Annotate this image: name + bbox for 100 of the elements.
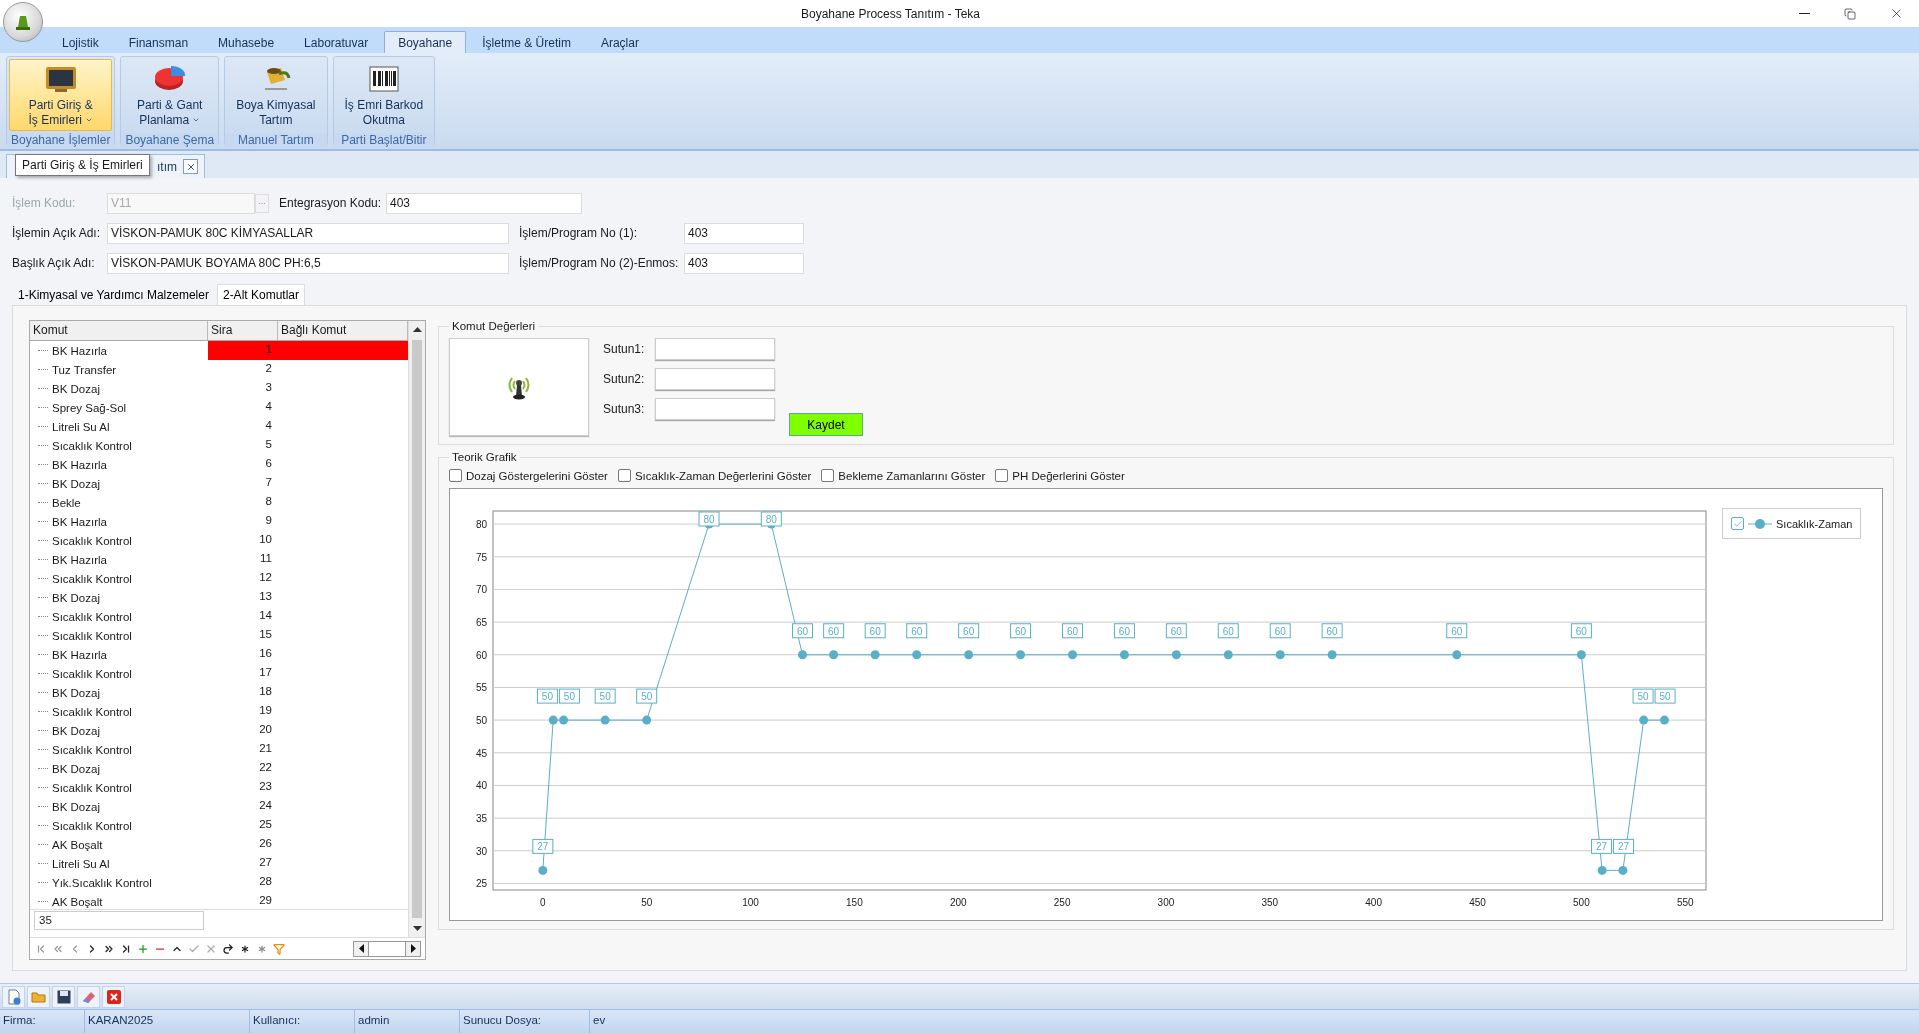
input-field[interactable]: 403 (386, 192, 582, 214)
status-label: Kullanıcı: (250, 1010, 355, 1033)
checkbox-label: Dozaj Göstergelerini Göster (466, 469, 608, 482)
tab-label: ıtım (157, 159, 177, 174)
data-label: 60 (1165, 623, 1187, 639)
y-tick-label: 25 (475, 878, 487, 890)
data-point (1016, 650, 1026, 660)
sub-tab[interactable]: 2-Alt Komutlar (216, 284, 305, 305)
close-icon[interactable] (102, 985, 125, 1008)
input-field[interactable] (655, 338, 775, 360)
data-point (1119, 650, 1129, 660)
y-tick-label: 70 (475, 584, 487, 596)
table-cell: BK Hazırla (52, 344, 107, 357)
checkbox[interactable] (617, 469, 631, 482)
field-label: Sutun2: (603, 372, 646, 386)
sub-tab[interactable]: 1-Kimyasal ve Yardımcı Malzemeler (12, 284, 215, 305)
data-label: 50 (1637, 691, 1650, 703)
data-label: 60 (1446, 623, 1468, 639)
data-point (1659, 715, 1669, 725)
ribbon-tab[interactable]: Lojistik (48, 31, 113, 53)
data-label: 60 (1269, 623, 1291, 639)
input-field[interactable]: VİSKON-PAMUK 80C KİMYASALLAR (107, 222, 509, 244)
data-label: 60 (1570, 623, 1592, 639)
data-label: 60 (1575, 625, 1588, 637)
vertical-scrollbar[interactable] (408, 321, 425, 937)
data-point (600, 715, 610, 725)
input-field[interactable]: 35 (34, 911, 204, 930)
status-value: KARAN2025 (85, 1010, 250, 1033)
input-field[interactable] (655, 398, 775, 420)
scroll-right-icon[interactable] (406, 941, 420, 956)
ribbon-tab[interactable]: İşletme & Üretim (468, 31, 585, 53)
x-tick-label: 150 (846, 897, 863, 908)
data-label: 80 (760, 511, 782, 527)
ribbon-tab[interactable]: Muhasebe (204, 31, 289, 53)
data-label: 60 (1113, 623, 1135, 639)
close-tab-button[interactable] (183, 159, 198, 174)
table-cell: AK Boşalt (52, 895, 103, 908)
table-cell-text: 15 (258, 627, 273, 642)
status-value: ev (592, 1013, 607, 1028)
ribbon-button[interactable]: Parti Giriş & İş Emirleri (9, 59, 113, 131)
save-button[interactable]: Kaydet (789, 413, 863, 436)
group-title: Komut Değerleri (451, 320, 537, 332)
ribbon-button[interactable]: Parti & Gant Planlama (123, 59, 217, 131)
group-caption: Manuel Tartım (225, 133, 327, 147)
table-cell-text: 4 (264, 418, 273, 433)
table-cell: BK Dozaj (52, 382, 100, 395)
scroll-left-icon[interactable] (354, 941, 368, 956)
field-label: İşlemin Açık Adı: (12, 226, 102, 240)
table-cell: AK Boşalt (52, 838, 103, 851)
ribbon-button[interactable]: Boya Kimyasal Tartım (227, 59, 325, 131)
data-label: 60 (828, 625, 840, 637)
column-header[interactable]: Sira (208, 321, 278, 340)
table-cell-text: 27 (258, 855, 273, 870)
data-point (1223, 650, 1233, 660)
table-cell-text: 13 (258, 589, 273, 604)
data-label: 60 (963, 625, 975, 637)
input-field[interactable]: 403 (684, 222, 804, 244)
checkbox-label: Bekleme Zamanlarını Göster (838, 469, 986, 482)
ribbon-tab[interactable]: Finansman (114, 31, 203, 53)
save-icon[interactable] (52, 985, 75, 1008)
ribbon-tab[interactable]: Boyahane (384, 31, 467, 53)
x-tick-label: 100 (742, 897, 759, 908)
checkbox[interactable] (1731, 517, 1744, 530)
table-cell-text: 14 (258, 608, 273, 623)
app-menu-button[interactable] (3, 2, 43, 42)
data-label: 80 (698, 511, 720, 527)
checkbox[interactable] (995, 469, 1009, 482)
x-tick-label: 500 (1573, 897, 1590, 908)
table-cell-text: 12 (258, 570, 273, 585)
table-cell-text: 26 (258, 836, 273, 851)
table-cell: Yık.Sıcaklık Kontrol (52, 876, 152, 889)
checkbox[interactable] (821, 469, 835, 482)
column-header[interactable]: Bağlı Komut (278, 321, 408, 340)
table-cell: Sıcaklık Kontrol (52, 819, 132, 832)
data-label: 60 (1118, 625, 1131, 637)
table-cell-text: 3 (264, 380, 273, 395)
x-tick-label: 350 (1261, 897, 1279, 908)
column-header[interactable]: Komut (30, 321, 208, 340)
table-cell-text: 20 (258, 722, 273, 737)
data-label: 27 (1617, 841, 1630, 853)
table-cell: Tuz Transfer (52, 363, 117, 376)
data-label: 60 (1321, 623, 1343, 639)
checkbox[interactable] (449, 469, 462, 482)
input-field[interactable]: 403 (684, 252, 804, 274)
data-point (798, 650, 807, 660)
ribbon-tab[interactable]: Araçlar (586, 31, 653, 53)
data-point (1639, 715, 1649, 725)
data-label: 50 (563, 691, 576, 703)
horizontal-scrollbar[interactable] (353, 940, 421, 957)
new-document-icon[interactable] (2, 985, 25, 1008)
data-point (642, 715, 652, 725)
table-cell: BK Hazırla (52, 648, 107, 661)
input-field[interactable]: VİSKON-PAMUK BOYAMA 80C PH:6,5 (107, 252, 509, 274)
data-point (870, 650, 880, 660)
table-cell: Sıcaklık Kontrol (52, 705, 132, 718)
ribbon-tab[interactable]: Laboratuvar (290, 31, 383, 53)
ribbon-button[interactable]: İş Emri Barkod Okutma (335, 59, 433, 131)
input-field[interactable] (655, 368, 775, 390)
table-cell: BK Dozaj (52, 724, 100, 737)
table-cell-text: 19 (258, 703, 273, 718)
